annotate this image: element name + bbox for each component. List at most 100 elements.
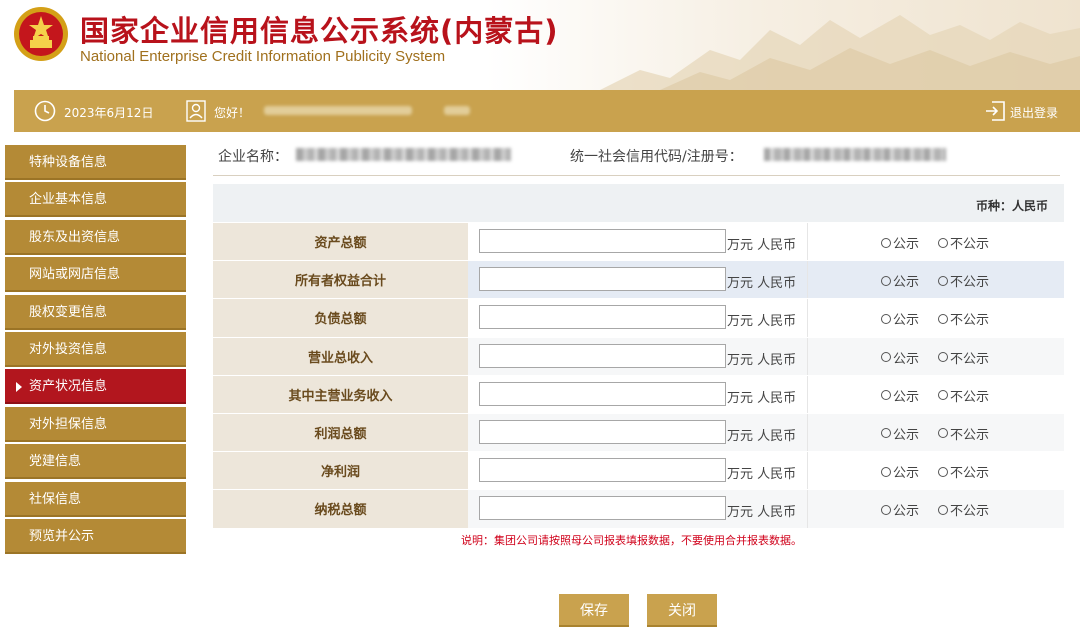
sidebar-item-party[interactable]: 党建信息 (5, 444, 186, 480)
column-divider (807, 337, 808, 375)
radio-not-public[interactable]: 不公示 (938, 386, 989, 405)
main-business-revenue-input[interactable] (479, 381, 726, 406)
table-row: 利润总额 万元 人民币 公示 不公示 (213, 412, 1064, 452)
unit-label: 万元 人民币 (727, 390, 797, 406)
table-row: 资产总额 万元 人民币 公示 不公示 (213, 222, 1064, 261)
radio-label: 不公示 (950, 389, 990, 405)
assets-table: 币种：人民币 资产总额 万元 人民币 公示 不公示 所有者权益合计 万元 人民币… (213, 184, 1064, 528)
logout-icon[interactable] (984, 100, 1006, 122)
radio-public[interactable]: 公示 (881, 462, 919, 481)
radio-not-public[interactable]: 不公示 (938, 500, 989, 519)
radio-not-public[interactable]: 不公示 (938, 348, 989, 367)
radio-public[interactable]: 公示 (881, 271, 919, 290)
column-divider (807, 490, 808, 528)
sidebar-item-basic-info[interactable]: 企业基本信息 (5, 182, 186, 218)
sidebar-item-label: 企业基本信息 (29, 192, 108, 208)
radio-circle-icon (881, 390, 891, 401)
table-row: 其中主营业务收入 万元 人民币 公示 不公示 (213, 374, 1064, 413)
sidebar-item-website[interactable]: 网站或网店信息 (5, 257, 186, 293)
radio-label: 公示 (893, 351, 920, 367)
row-label: 其中主营业务收入 (213, 375, 468, 413)
credit-code-label: 统一社会信用代码/注册号： (570, 149, 743, 165)
radio-public[interactable]: 公示 (881, 500, 919, 519)
total-tax-input[interactable] (479, 496, 726, 521)
total-assets-input[interactable] (479, 229, 726, 253)
radio-not-public[interactable]: 不公示 (938, 233, 989, 252)
sidebar-item-label: 特种设备信息 (29, 155, 108, 170)
radio-label: 公示 (893, 466, 920, 482)
radio-circle-icon (881, 237, 891, 248)
radio-label: 不公示 (950, 466, 990, 482)
unit-label: 万元 人民币 (727, 352, 797, 368)
table-row: 净利润 万元 人民币 公示 不公示 (213, 451, 1064, 490)
clock-icon (34, 100, 56, 122)
current-date: 2023年6月12日 (64, 106, 154, 120)
sidebar-item-shareholders[interactable]: 股东及出资信息 (5, 219, 186, 255)
total-profit-input[interactable] (479, 419, 726, 444)
radio-circle-icon (938, 428, 948, 439)
sidebar-item-special-equipment[interactable]: 特种设备信息 (5, 145, 186, 180)
column-divider (807, 375, 808, 413)
sidebar-item-label: 网站或网店信息 (29, 267, 121, 283)
sidebar-item-preview-publish[interactable]: 预览并公示 (5, 518, 186, 554)
radio-label: 公示 (893, 313, 920, 329)
row-label: 营业总收入 (213, 337, 468, 375)
table-row: 所有者权益合计 万元 人民币 公示 不公示 (213, 260, 1064, 299)
redacted-user-suffix (444, 106, 470, 115)
radio-label: 不公示 (950, 351, 990, 367)
currency-label: 币种：人民币 (975, 199, 1048, 213)
column-divider (807, 413, 808, 452)
sidebar-item-label: 党建信息 (29, 454, 82, 470)
radio-not-public[interactable]: 不公示 (938, 309, 989, 328)
net-profit-input[interactable] (479, 458, 726, 483)
sidebar-item-label: 社保信息 (29, 491, 82, 507)
radio-circle-icon (881, 504, 891, 515)
logout-link[interactable]: 退出登录 (1010, 104, 1058, 121)
radio-public[interactable]: 公示 (881, 348, 919, 367)
save-button[interactable]: 保存 (559, 594, 629, 627)
row-label: 所有者权益合计 (213, 261, 468, 299)
radio-circle-icon (881, 352, 891, 363)
site-title: 国家企业信用信息公示系统(内蒙古) (80, 14, 559, 48)
radio-circle-icon (938, 237, 948, 248)
row-label: 纳税总额 (213, 490, 468, 528)
owners-equity-input[interactable] (479, 267, 726, 292)
radio-public[interactable]: 公示 (881, 386, 919, 405)
radio-circle-icon (881, 428, 891, 439)
radio-label: 不公示 (950, 427, 990, 443)
radio-not-public[interactable]: 不公示 (938, 424, 989, 443)
close-button[interactable]: 关闭 (647, 594, 717, 627)
radio-public[interactable]: 公示 (881, 233, 919, 252)
radio-circle-icon (938, 313, 948, 324)
radio-label: 公示 (893, 237, 920, 252)
sidebar-item-equity-change[interactable]: 股权变更信息 (5, 294, 186, 330)
radio-circle-icon (938, 352, 948, 363)
column-divider (807, 452, 808, 490)
radio-public[interactable]: 公示 (881, 424, 919, 443)
redacted-company-name (296, 148, 511, 161)
sidebar-item-guarantee[interactable]: 对外担保信息 (5, 406, 186, 442)
radio-circle-icon (881, 275, 891, 286)
radio-circle-icon (938, 466, 948, 477)
total-liabilities-input[interactable] (479, 305, 726, 330)
sidebar-item-social-security[interactable]: 社保信息 (5, 481, 186, 517)
sidebar-item-assets[interactable]: 资产状况信息 (5, 369, 186, 405)
column-divider (807, 223, 808, 261)
active-arrow-icon (16, 382, 22, 393)
unit-label: 万元 人民币 (727, 238, 797, 253)
sidebar-item-investment[interactable]: 对外投资信息 (5, 331, 186, 367)
row-label: 资产总额 (213, 223, 468, 261)
row-label: 负债总额 (213, 299, 468, 337)
sidebar-item-label: 资产状况信息 (29, 379, 108, 395)
radio-not-public[interactable]: 不公示 (938, 462, 989, 481)
total-revenue-input[interactable] (479, 343, 726, 368)
radio-not-public[interactable]: 不公示 (938, 271, 989, 290)
unit-label: 万元 人民币 (727, 467, 797, 483)
column-divider (807, 299, 808, 337)
radio-label: 不公示 (950, 237, 990, 252)
greeting-text: 您好！ (214, 106, 251, 120)
radio-label: 公示 (893, 389, 920, 405)
redacted-credit-code (764, 148, 946, 161)
radio-public[interactable]: 公示 (881, 309, 919, 328)
top-bar: 2023年6月12日 您好！ 退出登录 (14, 90, 1080, 132)
